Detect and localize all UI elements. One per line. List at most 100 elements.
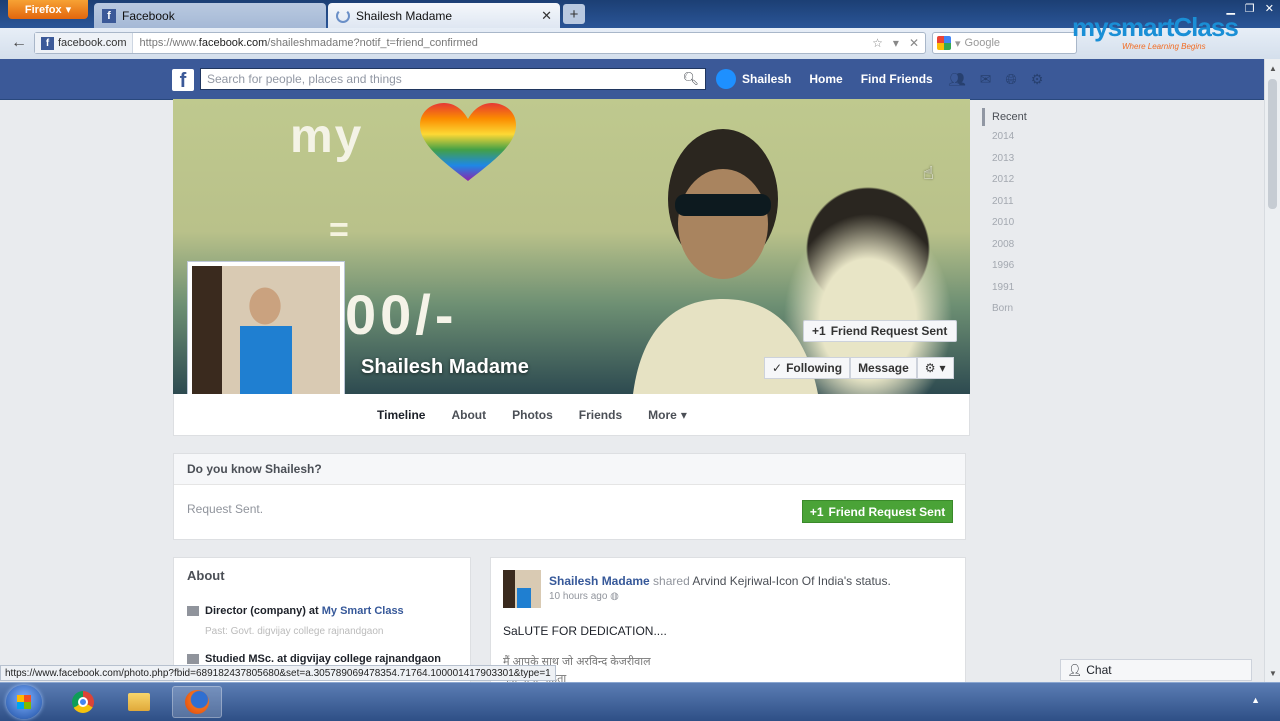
chat-icon: 👤︎ <box>1067 663 1083 677</box>
profile-settings-button[interactable]: ⚙ ▾ <box>916 357 954 379</box>
avatar[interactable] <box>503 570 541 608</box>
stop-icon[interactable]: ✕ <box>909 36 919 50</box>
company-link[interactable]: My Smart Class <box>322 605 404 617</box>
home-link[interactable]: Home <box>809 72 842 86</box>
year-item[interactable]: 2010 <box>982 212 1042 234</box>
mysmartclass-watermark-logo: mysmartClass Where Learning Begins <box>1072 12 1239 51</box>
year-item[interactable]: Born <box>982 298 1042 320</box>
page-scrollbar[interactable]: ▲ ▼ <box>1264 59 1280 682</box>
notification-jewels: 👥︎ ✉︎ 🌐︎ ⚙︎ <box>948 71 1043 88</box>
checkmark-icon: ✓ <box>772 361 783 375</box>
year-recent[interactable]: Recent <box>982 108 1042 126</box>
chevron-down-icon: ▾ <box>65 4 72 16</box>
chevron-down-icon: ▾ <box>680 408 687 422</box>
globe-icon: ◍ <box>610 591 619 602</box>
notifications-icon[interactable]: 🌐︎ <box>1006 71 1017 88</box>
facebook-search-input[interactable]: Search for people, places and things 🔍︎ <box>200 68 706 90</box>
new-tab-button[interactable]: + <box>563 4 585 24</box>
back-button[interactable]: ← <box>8 33 30 53</box>
profile-tabs-bar: Timeline About Photos Friends More ▾ <box>173 394 970 436</box>
post-author-link[interactable]: Shailesh Madame <box>549 574 650 588</box>
year-item[interactable]: 1991 <box>982 277 1042 299</box>
browser-tab-facebook[interactable]: f Facebook <box>94 3 326 28</box>
chrome-icon <box>72 691 94 713</box>
request-status: Request Sent. <box>187 502 264 516</box>
friend-request-sent-button[interactable]: +1 Friend Request Sent <box>803 320 957 342</box>
add-friend-icon: +1 <box>812 324 826 338</box>
year-item[interactable]: 2012 <box>982 169 1042 191</box>
year-item[interactable]: 2008 <box>982 234 1042 256</box>
windows-taskbar: ▲ <box>0 682 1280 721</box>
loading-spinner-icon <box>336 8 350 23</box>
message-button[interactable]: Message <box>850 357 917 379</box>
find-friends-link[interactable]: Find Friends <box>861 72 933 86</box>
year-item[interactable]: 2014 <box>982 126 1042 148</box>
facebook-logo-icon[interactable]: f <box>172 69 194 91</box>
windows-start-button[interactable] <box>6 685 42 719</box>
tab-about[interactable]: About <box>438 408 499 422</box>
year-item[interactable]: 2013 <box>982 148 1042 170</box>
about-education-item: Studied MSc. at digvijay college rajnand… <box>187 653 441 665</box>
briefcase-icon <box>187 606 199 616</box>
search-icon[interactable]: 🔍︎ <box>682 71 699 87</box>
hand-cursor-icon: ☝ <box>923 163 934 183</box>
friend-requests-icon[interactable]: 👥︎ <box>948 71 966 88</box>
dropdown-icon[interactable]: ▾ <box>893 36 899 50</box>
friend-request-sent-green-button[interactable]: +1 Friend Request Sent <box>802 500 953 523</box>
settings-icon[interactable]: ⚙︎ <box>1031 71 1044 88</box>
tab-friends[interactable]: Friends <box>566 408 635 422</box>
url-text: https://www.facebook.com/shaileshmadame?… <box>139 37 478 49</box>
avatar <box>716 69 736 89</box>
post-timestamp[interactable]: 10 hours ago ◍ <box>549 591 619 602</box>
profile-name[interactable]: Shailesh Madame <box>361 356 529 379</box>
cover-text: = <box>329 211 349 249</box>
tray-expand-icon[interactable]: ▲ <box>1251 695 1260 705</box>
scrollbar-thumb[interactable] <box>1268 79 1277 209</box>
messages-icon[interactable]: ✉︎ <box>980 71 992 88</box>
post-text: SaLUTE FOR DEDICATION.... <box>503 624 667 638</box>
chevron-down-icon: ▾ <box>955 37 961 50</box>
firefox-menu-button[interactable]: Firefox ▾ <box>8 0 88 19</box>
graduation-cap-icon <box>187 654 199 664</box>
know-box-title: Do you know Shailesh? <box>174 454 965 485</box>
site-identity[interactable]: f facebook.com <box>35 33 134 53</box>
close-tab-icon[interactable]: ✕ <box>541 8 552 24</box>
profile-action-buttons: ✓ Following Message ⚙ ▾ <box>764 357 956 379</box>
firefox-icon <box>185 690 209 714</box>
shared-status-link[interactable]: Arvind Kejriwal-Icon Of India's status. <box>692 574 890 588</box>
timeline-year-nav: Recent 2014 2013 2012 2011 2010 2008 199… <box>982 108 1042 320</box>
scroll-down-icon[interactable]: ▼ <box>1269 669 1277 678</box>
post-header: Shailesh Madame shared Arvind Kejriwal-I… <box>549 574 891 588</box>
rainbow-heart-image <box>420 103 516 181</box>
tab-timeline[interactable]: Timeline <box>364 408 438 422</box>
about-work-sub: Past: Govt. digvijay college rajnandgaon <box>205 626 384 637</box>
facebook-favicon-icon: f <box>102 8 116 23</box>
year-item[interactable]: 2011 <box>982 191 1042 213</box>
bookmark-star-icon[interactable]: ☆ <box>872 36 883 50</box>
tab-more[interactable]: More ▾ <box>635 408 700 422</box>
browser-search-box[interactable]: ▾ Google <box>932 32 1077 54</box>
facebook-favicon-icon: f <box>41 36 54 50</box>
arrow-left-icon: ← <box>11 34 27 51</box>
browser-status-bar: https://www.facebook.com/photo.php?fbid=… <box>0 665 556 681</box>
browser-tab-active[interactable]: Shailesh Madame ✕ <box>328 3 560 28</box>
cover-person-image <box>633 129 818 394</box>
following-button[interactable]: ✓ Following <box>764 357 851 379</box>
gear-icon: ⚙ <box>924 361 936 375</box>
google-icon <box>937 36 951 50</box>
cover-text: 00/- <box>345 283 458 346</box>
about-title: About <box>187 568 225 583</box>
chevron-down-icon: ▾ <box>939 361 946 375</box>
facebook-top-bar: f Search for people, places and things 🔍… <box>0 59 1264 100</box>
taskbar-explorer[interactable] <box>114 686 164 718</box>
folder-icon <box>128 693 150 711</box>
add-friend-icon: +1 <box>809 504 824 519</box>
taskbar-firefox[interactable] <box>172 686 222 718</box>
year-item[interactable]: 1996 <box>982 255 1042 277</box>
scroll-up-icon[interactable]: ▲ <box>1269 64 1277 73</box>
user-profile-link[interactable]: Shailesh <box>716 69 791 89</box>
tab-photos[interactable]: Photos <box>499 408 566 422</box>
url-bar[interactable]: f facebook.com https://www.facebook.com/… <box>34 32 926 54</box>
chat-bar-button[interactable]: 👤︎ Chat <box>1060 659 1252 681</box>
taskbar-chrome[interactable] <box>58 686 108 718</box>
